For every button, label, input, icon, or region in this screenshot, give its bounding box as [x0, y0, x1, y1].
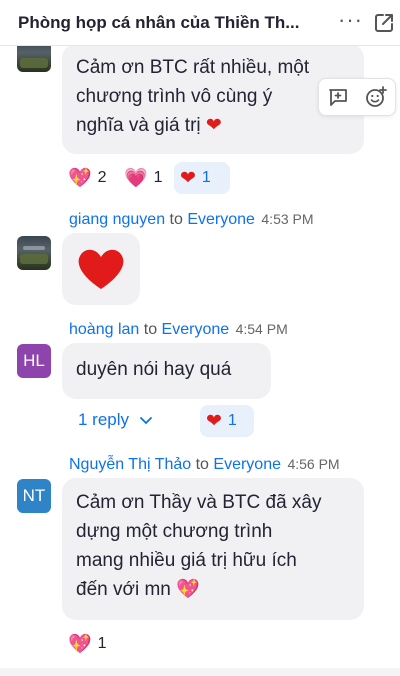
- reaction-count: 2: [97, 169, 107, 186]
- add-reaction-icon[interactable]: [364, 85, 388, 109]
- reaction-count: 1: [153, 169, 163, 186]
- message-sender-line: Nguyễn Thị Thảo to Everyone 4:56 PM: [69, 456, 340, 474]
- reaction-growing-heart[interactable]: 💗 1: [118, 162, 169, 194]
- reply-count: 1 reply: [78, 410, 130, 429]
- red-heart-icon: [78, 249, 124, 289]
- message-line: nghĩa và giá trị: [76, 115, 201, 136]
- sparkling-heart-icon: 💖: [68, 168, 92, 189]
- timestamp: 4:53 PM: [261, 211, 314, 227]
- reaction-red-heart[interactable]: ❤ 1: [174, 162, 230, 194]
- to-label: to: [195, 456, 209, 473]
- meeting-title: Phòng họp cá nhân của Thiền Th...: [18, 12, 300, 32]
- reaction-count: 1: [97, 635, 107, 652]
- red-heart-icon: ❤: [206, 410, 222, 432]
- message-bubble[interactable]: duyên nói hay quá: [62, 343, 271, 399]
- avatar[interactable]: NT: [17, 479, 51, 513]
- sparkling-heart-emoji: 💖: [176, 579, 200, 600]
- message-bubble[interactable]: [62, 233, 140, 305]
- reply-icon[interactable]: [326, 85, 350, 109]
- message-sender-line: giang nguyen to Everyone 4:53 PM: [69, 211, 314, 229]
- recipient-name[interactable]: Everyone: [162, 321, 230, 338]
- message-text: duyên nói hay quá: [76, 359, 232, 380]
- timestamp: 4:56 PM: [287, 456, 340, 472]
- message-bubble[interactable]: Cảm ơn Thầy và BTC đã xây dựng một chươn…: [62, 478, 364, 620]
- chat-header: Phòng họp cá nhân của Thiền Th... ···: [0, 0, 400, 46]
- to-label: to: [169, 211, 183, 228]
- avatar[interactable]: [17, 236, 51, 270]
- message-line: mang nhiều giá trị hữu ích: [76, 550, 297, 571]
- message-line: Cảm ơn Thầy và BTC đã xây: [76, 492, 322, 513]
- message-line: chương trình vô cùng ý: [76, 86, 273, 107]
- ellipsis-icon[interactable]: ···: [338, 9, 362, 35]
- message-line: Cảm ơn BTC rất nhiều, một: [76, 57, 310, 78]
- sender-name[interactable]: Nguyễn Thị Thảo: [69, 456, 191, 473]
- message-line: đến với mn: [76, 579, 171, 600]
- reaction-count: 1: [201, 169, 211, 186]
- chevron-down-icon: [140, 417, 152, 425]
- message-hover-toolbar: [318, 78, 396, 116]
- timestamp: 4:54 PM: [235, 321, 288, 337]
- recipient-name[interactable]: Everyone: [187, 211, 255, 228]
- replies-toggle[interactable]: 1 reply: [78, 410, 153, 430]
- recipient-name[interactable]: Everyone: [213, 456, 281, 473]
- growing-heart-icon: 💗: [124, 168, 148, 189]
- reaction-sparkling-heart[interactable]: 💖 1: [62, 628, 113, 660]
- to-label: to: [143, 321, 158, 338]
- message-sender-line: hoàng lan to Everyone 4:54 PM: [69, 321, 288, 339]
- message-line: dựng một chương trình: [76, 521, 273, 542]
- sender-name[interactable]: hoàng lan: [69, 321, 139, 338]
- reaction-red-heart[interactable]: ❤ 1: [200, 405, 254, 437]
- avatar[interactable]: HL: [17, 344, 51, 378]
- reaction-sparkling-heart[interactable]: 💖 2: [62, 162, 113, 194]
- divider: [0, 668, 400, 676]
- sender-name[interactable]: giang nguyen: [69, 211, 165, 228]
- heart-emoji: ❤: [205, 115, 222, 136]
- sparkling-heart-icon: 💖: [68, 634, 92, 655]
- reaction-count: 1: [227, 412, 237, 429]
- popout-icon[interactable]: [372, 11, 396, 35]
- red-heart-icon: ❤: [180, 167, 196, 189]
